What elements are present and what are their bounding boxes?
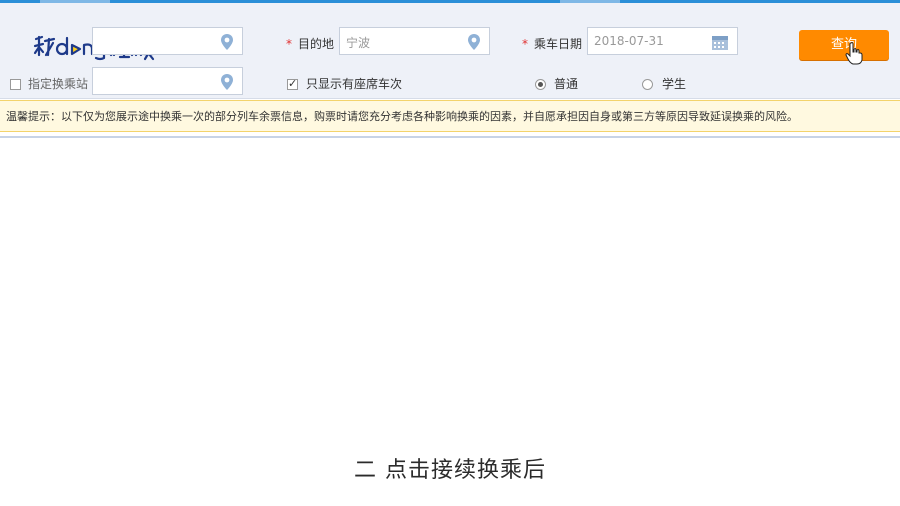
departure-input[interactable] — [92, 27, 243, 55]
date-value: 2018-07-31 — [594, 34, 664, 48]
destination-placeholder: 宁波 — [346, 36, 371, 50]
destination-label: * 目的地 — [286, 35, 334, 52]
search-panel: * 目的地 宁波 * 乘车日期 2018-07-31 查询 指定换乘站 ✓ 只显… — [0, 3, 900, 99]
radio-normal-label: 普通 — [554, 77, 579, 91]
transfer-station-checkbox[interactable] — [10, 79, 21, 90]
transfer-station-input[interactable] — [92, 67, 243, 95]
required-mark: * — [286, 37, 292, 51]
only-seats-label: 只显示有座席车次 — [306, 77, 403, 91]
video-subtitle: 二 点击接续换乘后 — [354, 458, 546, 483]
radio-normal-ticket[interactable] — [535, 79, 546, 90]
calendar-icon[interactable] — [711, 33, 729, 51]
location-pin-icon[interactable] — [220, 73, 234, 91]
query-button[interactable]: 查询 — [799, 30, 889, 60]
location-pin-icon[interactable] — [220, 33, 234, 51]
only-seats-checkbox[interactable] — [287, 77, 298, 90]
warm-tip-banner: 温馨提示：以下仅为您展示途中换乘一次的部分列车余票信息，购票时请您充分考虑各种影… — [0, 100, 900, 132]
hand-cursor-icon — [845, 42, 863, 65]
transfer-station-label: 指定换乘站 — [28, 77, 89, 91]
divider — [0, 136, 900, 138]
date-label-text: 乘车日期 — [534, 37, 583, 51]
warm-tip-text: 温馨提示：以下仅为您展示途中换乘一次的部分列车余票信息，购票时请您充分考虑各种影… — [6, 110, 798, 123]
radio-student-label: 学生 — [662, 77, 687, 91]
date-label: * 乘车日期 — [522, 35, 582, 52]
required-mark: * — [522, 37, 528, 51]
date-input[interactable]: 2018-07-31 — [587, 27, 738, 55]
destination-input[interactable]: 宁波 — [339, 27, 490, 55]
location-pin-icon[interactable] — [467, 33, 481, 51]
radio-student-ticket[interactable] — [642, 79, 653, 90]
destination-label-text: 目的地 — [298, 37, 335, 51]
